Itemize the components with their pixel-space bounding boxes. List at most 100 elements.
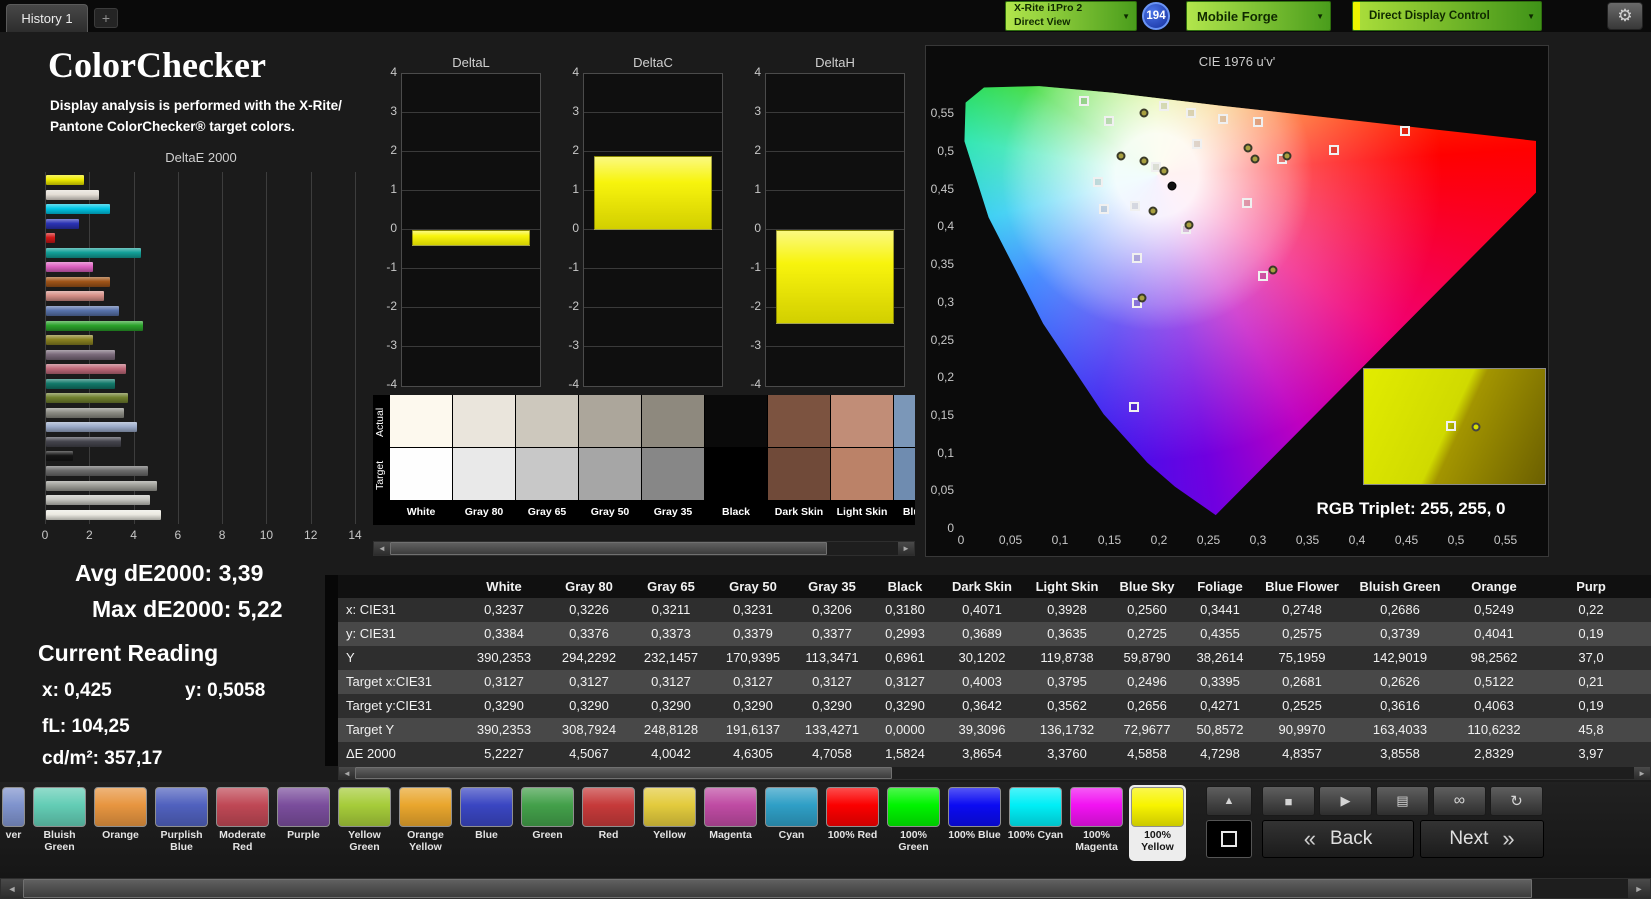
cie-target-point: [1192, 139, 1202, 149]
cie-y-label: 0,45: [930, 181, 954, 196]
cie-target-point: [1079, 96, 1089, 106]
bottom-scrollbar[interactable]: ◄ ►: [0, 878, 1651, 899]
table-scrollbar[interactable]: ◄ ►: [338, 766, 1651, 780]
table-cell: 0,3395: [1200, 674, 1240, 689]
patch-orange[interactable]: Orange: [92, 785, 149, 861]
scroll-left-icon[interactable]: ◄: [339, 767, 355, 779]
cie-x-label: 0,45: [1394, 533, 1419, 547]
scroll-right-icon[interactable]: ►: [898, 542, 914, 555]
stop-button[interactable]: ■: [1262, 786, 1315, 816]
swatch-target: [642, 447, 704, 500]
patch-purplish-blue[interactable]: Purplish Blue: [153, 785, 210, 861]
next-label: Next: [1449, 828, 1489, 849]
table-cell: 1,5824: [885, 746, 925, 761]
chevron-left-icon: «: [1303, 826, 1316, 851]
play-button[interactable]: ▶: [1319, 786, 1372, 816]
table-row: ΔE 2000 5,2227 4,5067 4,0042 4,6305 4,7058 1,5…: [338, 742, 1651, 766]
scrollbar-thumb[interactable]: [23, 879, 1532, 898]
table-cell: 0,3290: [885, 698, 925, 713]
patch-label: Cyan: [778, 829, 805, 841]
column-header: Blue Sky: [1119, 579, 1175, 594]
scroll-right-icon[interactable]: ►: [1634, 767, 1650, 779]
table-cell: 0,3290: [733, 698, 773, 713]
patch-label: Moderate Red: [219, 829, 266, 854]
next-button[interactable]: Next »: [1420, 820, 1544, 858]
delta-gridline: [766, 346, 904, 347]
patch-100-blue[interactable]: 100% Blue: [946, 785, 1003, 861]
delta-chart-plot: [765, 73, 905, 387]
delta-y-label: 3: [390, 104, 397, 118]
table-cell: 72,9677: [1123, 722, 1171, 737]
delta-y-label: -1: [750, 260, 761, 274]
refresh-button[interactable]: ↻: [1490, 786, 1543, 816]
patch-100-green[interactable]: 100% Green: [885, 785, 942, 861]
table-cell: 0,2656: [1127, 698, 1167, 713]
patch-yellow-green[interactable]: Yellow Green: [336, 785, 393, 861]
patch-label: Red: [598, 829, 619, 841]
delta-y-label: 4: [572, 65, 579, 79]
color-chip: [887, 787, 940, 827]
scroll-left-icon[interactable]: ◄: [374, 542, 390, 555]
swatch-light-skin: Light Skin: [831, 395, 893, 525]
table-cell: 113,3471: [805, 650, 859, 665]
swatch-row-labels: Actual Target: [373, 395, 390, 525]
patch-cyan[interactable]: Cyan: [763, 785, 820, 861]
patch-label: 100% Red: [827, 829, 878, 841]
swatch-target: [831, 447, 893, 500]
table-cell: 0,3928: [1047, 602, 1087, 617]
patch-100-red[interactable]: 100% Red: [824, 785, 881, 861]
scrollbar-track[interactable]: [390, 542, 898, 555]
patch-bluish-green[interactable]: Bluish Green: [31, 785, 88, 861]
table-cell: 390,2353: [476, 722, 532, 737]
table-cell: 191,6137: [725, 722, 781, 737]
scrollbar-track[interactable]: [23, 879, 1628, 898]
scroll-left-icon[interactable]: ◄: [1, 879, 23, 898]
scrollbar-thumb[interactable]: [390, 542, 827, 555]
patch-100-cyan[interactable]: 100% Cyan: [1007, 785, 1064, 861]
swatch-label: Light Skin: [836, 506, 888, 518]
patch-100-yellow[interactable]: 100% Yellow: [1129, 785, 1186, 861]
save-button[interactable]: ▤: [1376, 786, 1429, 816]
patch-100-magenta[interactable]: 100% Magenta: [1068, 785, 1125, 861]
patch-red[interactable]: Red: [580, 785, 637, 861]
cie-target-point: [1129, 402, 1139, 412]
table-cell: 0,19: [1578, 698, 1604, 713]
patch-magenta[interactable]: Magenta: [702, 785, 759, 861]
delta-gridline: [584, 307, 722, 308]
delta-gridline: [584, 346, 722, 347]
patch-label: Orange Yellow: [407, 829, 444, 854]
zoom-measured-marker: [1471, 422, 1481, 432]
table-cell: 0,5122: [1474, 674, 1514, 689]
cie-target-point: [1329, 145, 1339, 155]
swatch-label: Gray 65: [527, 506, 567, 518]
pattern-window-button[interactable]: [1206, 820, 1252, 858]
patch-label: Bluish Green: [43, 829, 76, 854]
scroll-up-button[interactable]: ▲: [1206, 786, 1252, 816]
delta-bar: [594, 155, 712, 230]
patch-green[interactable]: Green: [519, 785, 576, 861]
link-button[interactable]: ∞: [1433, 786, 1486, 816]
swatch-scrollbar[interactable]: ◄ ►: [373, 541, 915, 556]
cie-target-point: [1104, 116, 1114, 126]
back-button[interactable]: « Back: [1262, 820, 1414, 858]
table-cell: 0,4071: [962, 602, 1002, 617]
patch-moderate-red[interactable]: Moderate Red: [214, 785, 271, 861]
patch-partial[interactable]: ver: [0, 785, 27, 861]
patch-blue[interactable]: Blue: [458, 785, 515, 861]
cie-y-label: 0,05: [930, 483, 954, 498]
patch-label: ver: [5, 829, 22, 841]
scrollbar-thumb[interactable]: [355, 767, 893, 779]
patch-purple[interactable]: Purple: [275, 785, 332, 861]
table-cell: 0,3237: [484, 602, 524, 617]
delta-gridline: [402, 307, 540, 308]
scroll-right-icon[interactable]: ►: [1628, 879, 1650, 898]
patch-orange-yellow[interactable]: Orange Yellow: [397, 785, 454, 861]
cie-target-point: [1186, 108, 1196, 118]
column-header: Dark Skin: [952, 579, 1012, 594]
patch-yellow[interactable]: Yellow: [641, 785, 698, 861]
scrollbar-track[interactable]: [355, 767, 1634, 779]
table-cell: 0,2748: [1282, 602, 1322, 617]
delta-y-label: 3: [572, 104, 579, 118]
table-cell: 0,2496: [1127, 674, 1167, 689]
display-icon: [1221, 831, 1237, 847]
